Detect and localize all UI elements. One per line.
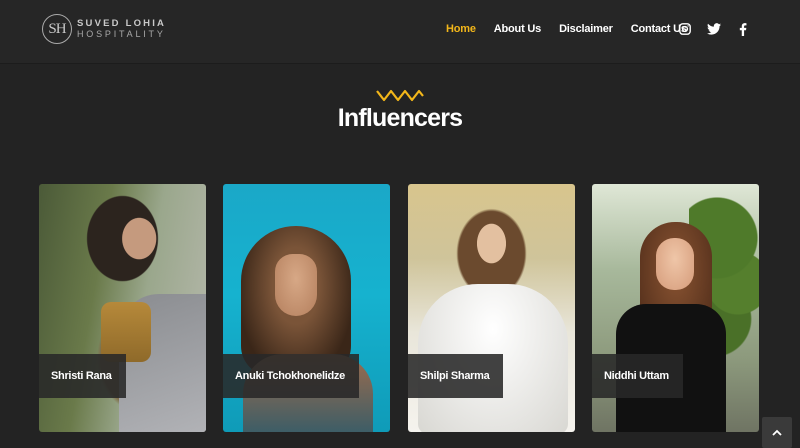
influencer-card[interactable]: Anuki Tchokhonelidze bbox=[223, 184, 390, 432]
twitter-icon[interactable] bbox=[707, 22, 721, 36]
influencer-card[interactable]: Shristi Rana bbox=[39, 184, 206, 432]
influencer-name: Anuki Tchokhonelidze bbox=[223, 354, 359, 398]
logo-mark: SH bbox=[42, 14, 72, 44]
site-header: SH SUVED LOHIA HOSPITALITY Home About Us… bbox=[0, 0, 800, 64]
logo-line-1: SUVED LOHIA bbox=[77, 18, 167, 29]
logo-line-2: HOSPITALITY bbox=[77, 29, 166, 39]
chevron-up-icon bbox=[772, 429, 782, 436]
nav-disclaimer[interactable]: Disclaimer bbox=[559, 23, 613, 35]
nav-about-us[interactable]: About Us bbox=[494, 23, 541, 35]
logo-text: SUVED LOHIA HOSPITALITY bbox=[77, 18, 166, 40]
influencer-card[interactable]: Shilpi Sharma bbox=[408, 184, 575, 432]
site-logo[interactable]: SH SUVED LOHIA HOSPITALITY bbox=[42, 14, 166, 44]
zigzag-ornament bbox=[376, 89, 424, 102]
scroll-to-top-button[interactable] bbox=[762, 417, 792, 448]
influencer-card[interactable]: Niddhi Uttam bbox=[592, 184, 759, 432]
facebook-icon[interactable] bbox=[736, 22, 750, 36]
section-title: Influencers bbox=[337, 104, 463, 132]
social-links bbox=[678, 22, 765, 36]
influencer-name: Niddhi Uttam bbox=[592, 354, 683, 398]
influencer-name: Shristi Rana bbox=[39, 354, 126, 398]
instagram-icon[interactable] bbox=[678, 22, 692, 36]
nav-home[interactable]: Home bbox=[446, 23, 476, 35]
influencer-name: Shilpi Sharma bbox=[408, 354, 504, 398]
main-nav: Home About Us Disclaimer Contact Us bbox=[446, 23, 705, 35]
